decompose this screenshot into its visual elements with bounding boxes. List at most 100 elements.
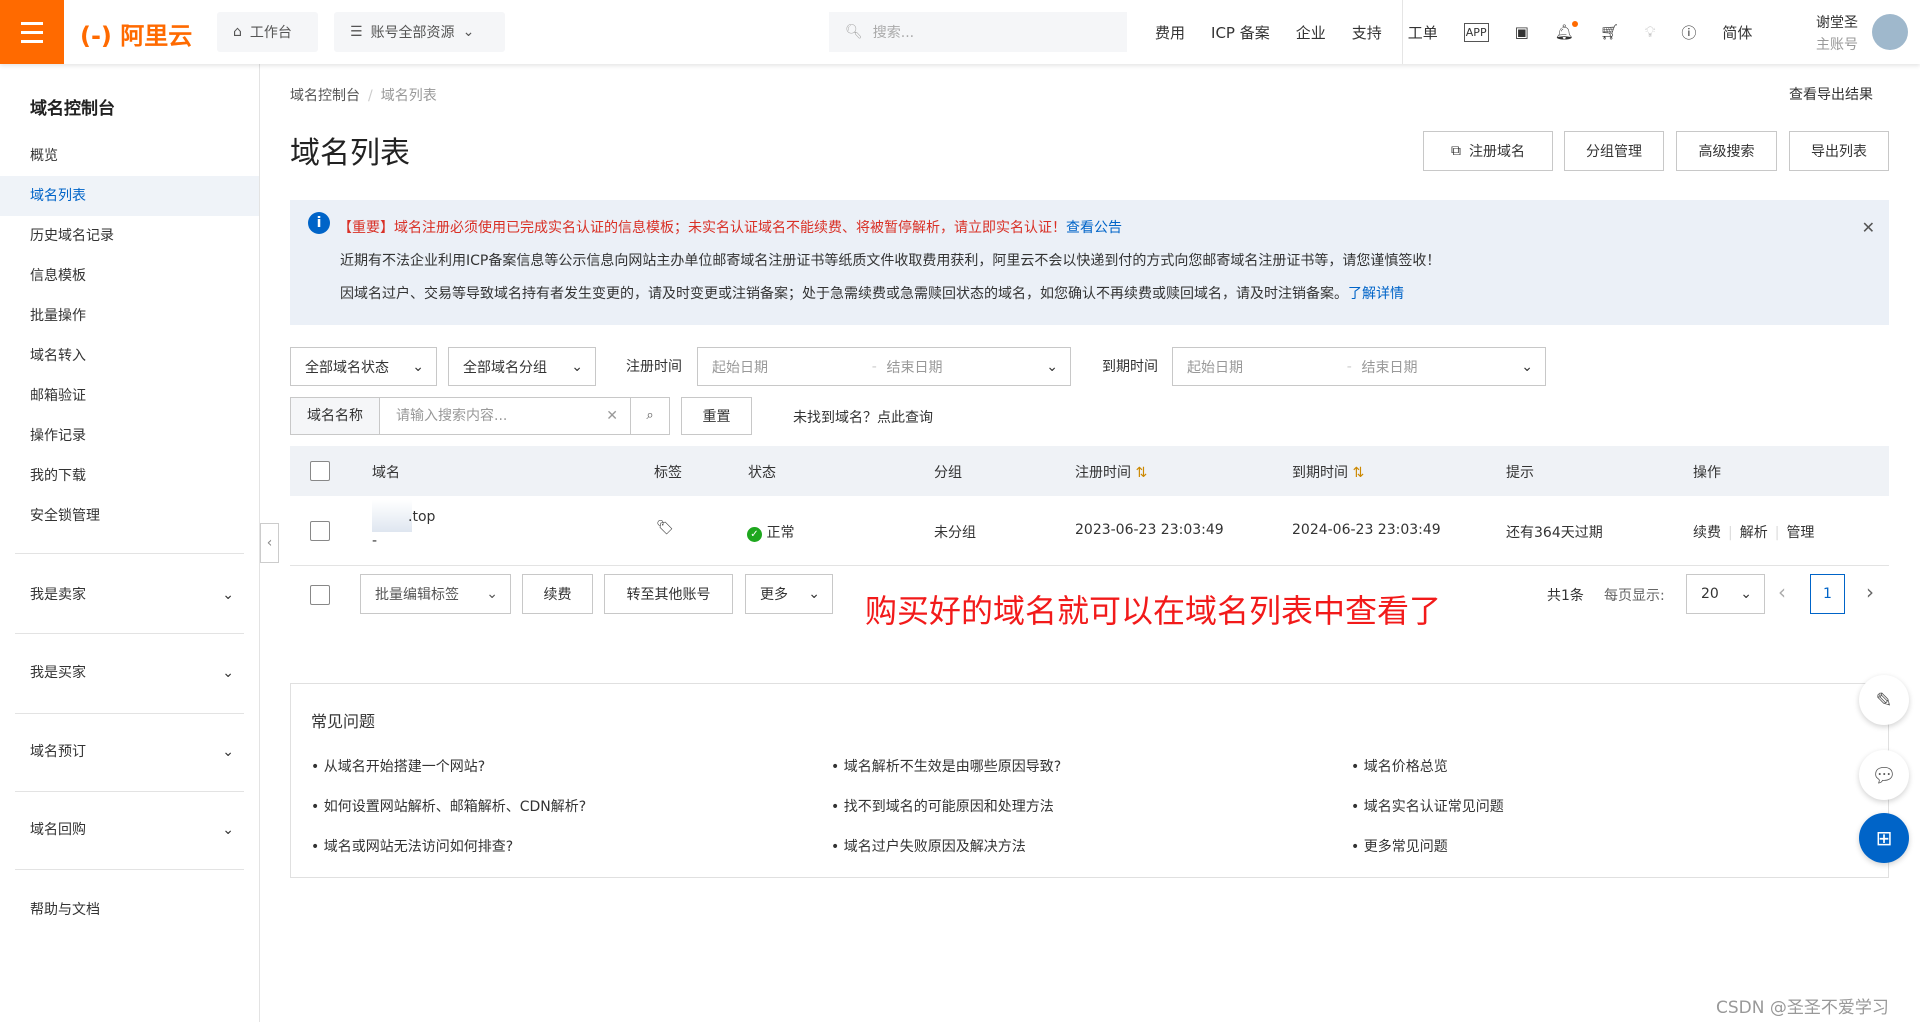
select-all-checkbox[interactable] — [310, 461, 330, 481]
prev-page-button[interactable]: ‹ — [1778, 580, 1786, 604]
exp-date-range[interactable]: 起始日期 - 结束日期 ⌄ — [1172, 347, 1546, 386]
sidebar-group-seller[interactable]: 我是卖家 ⌄ — [15, 575, 244, 615]
global-search-input[interactable]: 🔍︎ 搜索... — [829, 12, 1127, 52]
sidebar-item-downloads[interactable]: 我的下载 — [0, 456, 259, 496]
resources-dropdown[interactable]: ☰ 账号全部资源 ⌄ — [334, 12, 505, 52]
chevron-down-icon: ⌄ — [462, 24, 475, 40]
chevron-down-icon: ⌄ — [808, 586, 820, 602]
nav-icp[interactable]: ICP 备案 — [1211, 22, 1270, 43]
more-select[interactable]: 更多 ⌄ — [745, 574, 833, 614]
search-placeholder: 搜索... — [872, 25, 915, 41]
reset-button[interactable]: 重置 — [681, 397, 752, 435]
tag-icon[interactable]: 🏷︎ — [656, 520, 674, 536]
sidebar-item-security-lock[interactable]: 安全锁管理 — [0, 496, 259, 536]
user-name: 谢堂圣 — [1816, 15, 1858, 31]
col-exp-time[interactable]: 到期时间 ⇅ — [1292, 462, 1364, 482]
not-found-link[interactable]: 未找到域名？点此查询 — [793, 407, 933, 427]
learn-more-link[interactable]: 了解详情 — [1348, 286, 1404, 302]
col-reg-time[interactable]: 注册时间 ⇅ — [1075, 462, 1147, 482]
notice-banner: i 【重要】域名注册必须使用已完成实名认证的信息模板；未实名认证域名不能续费、将… — [290, 200, 1889, 325]
sidebar-group-reserve[interactable]: 域名预订 ⌄ — [15, 732, 244, 772]
select-value: 全部域名状态 — [305, 359, 389, 376]
search-icon: ⌕ — [646, 408, 654, 423]
sidebar-item-domain-list[interactable]: 域名列表 — [0, 176, 259, 216]
sidebar-group-buyback[interactable]: 域名回购 ⌄ — [15, 810, 244, 850]
menu-button[interactable] — [0, 0, 64, 64]
export-list-button[interactable]: 导出列表 — [1789, 131, 1889, 171]
nav-support[interactable]: 支持 — [1352, 22, 1382, 43]
workbench-button[interactable]: ⌂ 工作台 — [217, 12, 318, 52]
transfer-account-button[interactable]: 转至其他账号 — [604, 574, 733, 614]
user-menu[interactable]: 谢堂圣 主账号 — [1402, 0, 1920, 64]
sidebar-item-batch[interactable]: 批量操作 — [0, 296, 259, 336]
faq-link[interactable]: • 从域名开始搭建一个网站? — [311, 756, 485, 776]
group-label: 域名回购 — [30, 822, 86, 838]
total-count: 共1条 — [1547, 588, 1584, 604]
footer-select-checkbox[interactable] — [310, 585, 330, 605]
faq-link[interactable]: • 域名价格总览 — [1351, 756, 1448, 776]
faq-link[interactable]: • 更多常见问题 — [1351, 836, 1448, 856]
aliyun-logo[interactable]: (-) 阿里云 — [80, 16, 192, 51]
faq-link[interactable]: • 如何设置网站解析、邮箱解析、CDN解析? — [311, 796, 586, 816]
faq-panel: 常见问题 • 从域名开始搭建一个网站? • 域名解析不生效是由哪些原因导致? •… — [290, 683, 1889, 878]
view-announcement-link[interactable]: 查看公告 — [1066, 220, 1122, 236]
chat-icon[interactable]: 💬︎ — [1859, 750, 1909, 800]
advanced-search-button[interactable]: 高级搜索 — [1676, 131, 1777, 171]
sidebar-item-email-verify[interactable]: 邮箱验证 — [0, 376, 259, 416]
next-page-button[interactable]: › — [1866, 580, 1874, 604]
faq-link[interactable]: • 域名实名认证常见问题 — [1351, 796, 1504, 816]
faq-link[interactable]: • 域名或网站无法访问如何排查? — [311, 836, 513, 856]
sidebar-item-templates[interactable]: 信息模板 — [0, 256, 259, 296]
sidebar-item-transfer-in[interactable]: 域名转入 — [0, 336, 259, 376]
breadcrumb-console[interactable]: 域名控制台 — [290, 88, 360, 104]
renew-link[interactable]: 续费 — [1693, 525, 1721, 541]
faq-link[interactable]: • 域名过户失败原因及解决方法 — [831, 836, 1026, 856]
end-date[interactable]: 结束日期 — [1362, 357, 1512, 377]
close-icon[interactable]: ✕ — [1862, 218, 1875, 237]
edit-icon[interactable]: ✎ — [1859, 675, 1909, 725]
workbench-label: 工作台 — [249, 25, 292, 41]
group-manage-button[interactable]: 分组管理 — [1564, 131, 1664, 171]
sidebar-item-op-log[interactable]: 操作记录 — [0, 416, 259, 456]
domain-link[interactable]: .top — [408, 509, 435, 525]
start-date[interactable]: 起始日期 — [1187, 357, 1337, 377]
nav-fees[interactable]: 费用 — [1155, 22, 1185, 43]
page-1-button[interactable]: 1 — [1810, 574, 1845, 614]
domain-group-select[interactable]: 全部域名分组 ⌄ — [448, 347, 596, 386]
domain-search-input[interactable]: 请输入搜索内容... ✕ — [379, 397, 631, 435]
apps-icon[interactable]: ⊞ — [1859, 813, 1909, 863]
export-results-link[interactable]: 查看导出结果 — [1789, 84, 1873, 104]
server-icon: ☰ — [350, 24, 363, 40]
sidebar-group-buyer[interactable]: 我是买家 ⌄ — [15, 653, 244, 693]
avatar[interactable] — [1872, 14, 1908, 50]
batch-renew-button[interactable]: 续费 — [522, 574, 593, 614]
hint-value: 还有364天过期 — [1506, 525, 1603, 541]
nav-enterprise[interactable]: 企业 — [1296, 22, 1326, 43]
sidebar-item-history[interactable]: 历史域名记录 — [0, 216, 259, 256]
group-label: 我是卖家 — [30, 587, 86, 603]
external-link-icon: ⧉ — [1451, 143, 1461, 159]
register-domain-button[interactable]: ⧉ 注册域名 — [1423, 131, 1553, 171]
clear-icon[interactable]: ✕ — [606, 398, 618, 434]
start-date[interactable]: 起始日期 — [712, 357, 862, 377]
reg-date-range[interactable]: 起始日期 - 结束日期 ⌄ — [697, 347, 1071, 386]
sidebar-item-overview[interactable]: 概览 — [0, 136, 259, 176]
divider — [15, 553, 244, 554]
dns-link[interactable]: 解析 — [1740, 525, 1768, 541]
sidebar-collapse-handle[interactable]: ‹ — [260, 523, 279, 563]
sidebar-item-help[interactable]: 帮助与文档 — [0, 890, 259, 930]
check-icon: ✓ — [747, 527, 762, 542]
search-field-label: 域名名称 — [290, 397, 380, 435]
breadcrumb: 域名控制台 / 域名列表 — [290, 88, 437, 104]
redacted-domain — [372, 500, 412, 532]
row-checkbox[interactable] — [310, 521, 330, 541]
search-button[interactable]: ⌕ — [630, 397, 670, 435]
batch-edit-tag-select[interactable]: 批量编辑标签 ⌄ — [360, 574, 511, 614]
faq-link[interactable]: • 找不到域名的可能原因和处理方法 — [831, 796, 1054, 816]
end-date[interactable]: 结束日期 — [887, 357, 1037, 377]
faq-link[interactable]: • 域名解析不生效是由哪些原因导致? — [831, 756, 1061, 776]
annotation-text: 购买好的域名就可以在域名列表中查看了 — [865, 592, 1442, 630]
manage-link[interactable]: 管理 — [1786, 525, 1814, 541]
domain-status-select[interactable]: 全部域名状态 ⌄ — [290, 347, 437, 386]
per-page-select[interactable]: 20 ⌄ — [1686, 574, 1765, 614]
